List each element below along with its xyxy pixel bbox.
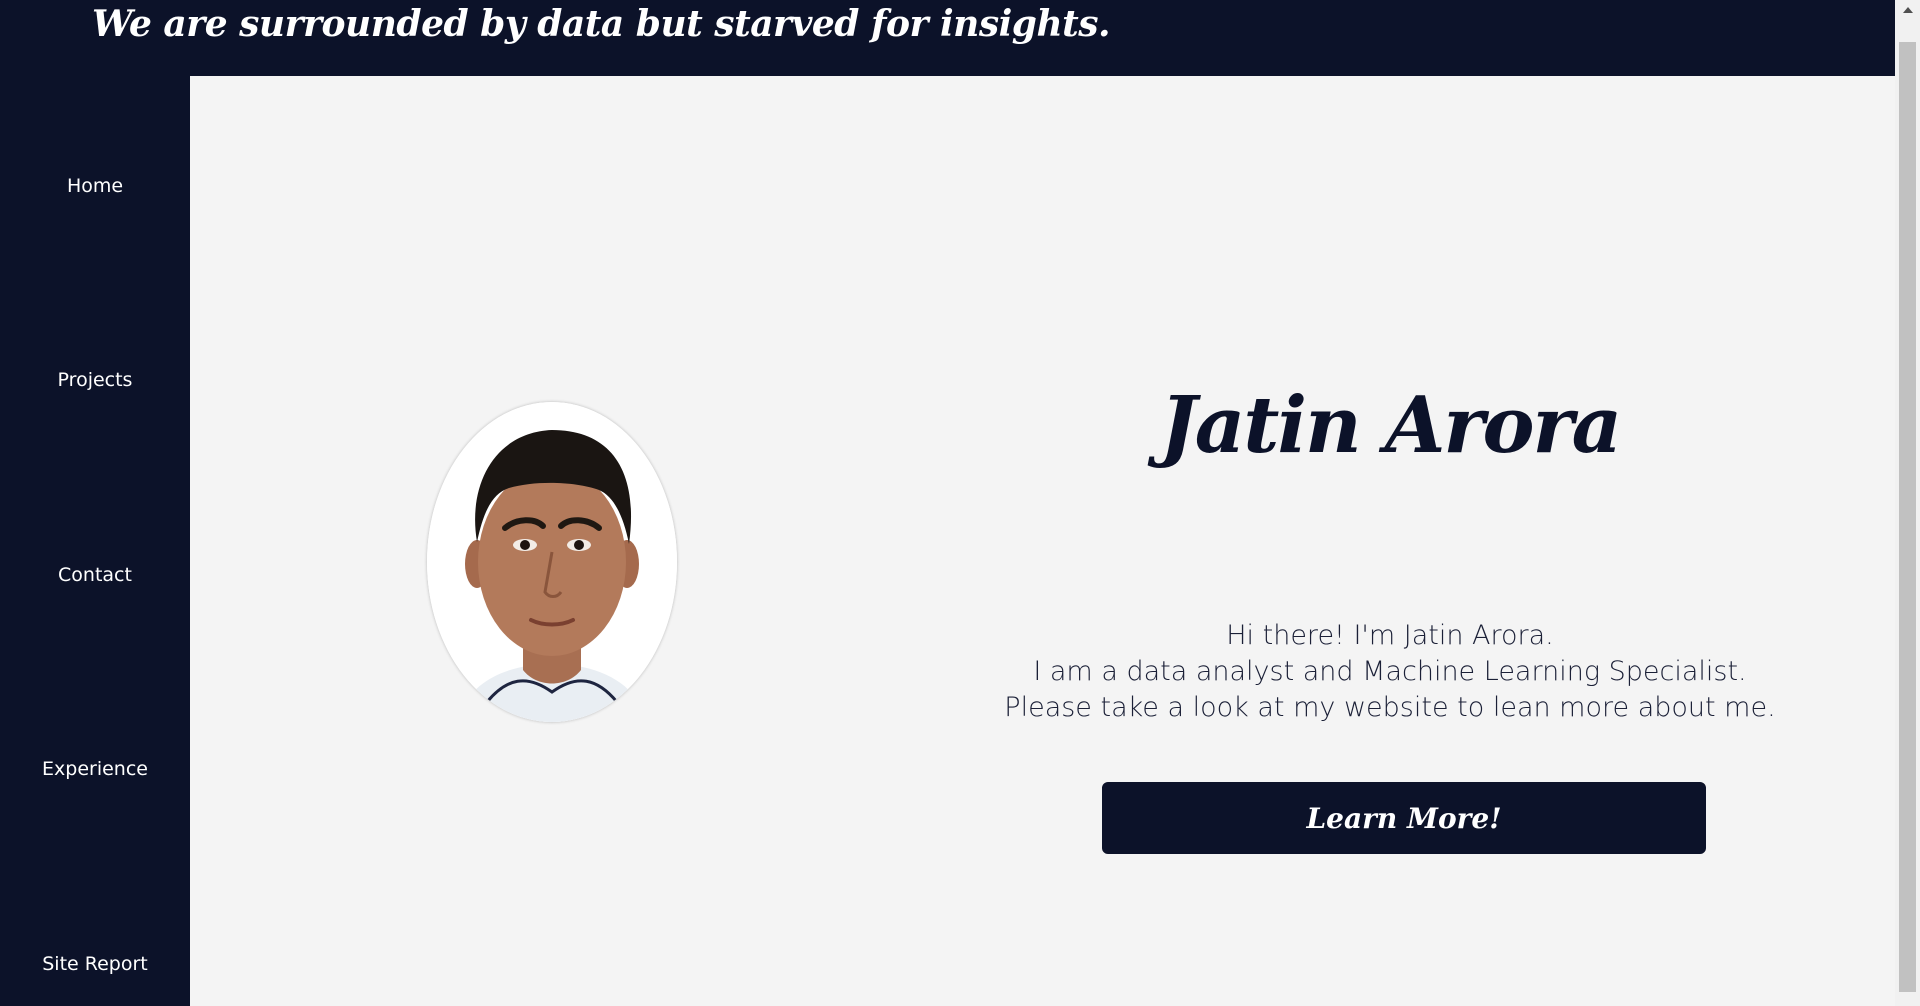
page: We are surrounded by data but starved fo… [0, 0, 1920, 1006]
sidebar-nav: Home Projects Contact Experience Site Re… [0, 76, 190, 1006]
scroll-up-arrow-icon[interactable] [1895, 0, 1920, 20]
main-content: Jatin Arora Hi there! I'm Jatin Arora. I… [190, 76, 1895, 1006]
sidebar-item-experience[interactable]: Experience [0, 757, 190, 781]
intro-line: Hi there! I'm Jatin Arora. [1226, 620, 1554, 651]
sidebar-item-home[interactable]: Home [0, 174, 190, 198]
portrait-icon [427, 402, 677, 722]
sidebar-item-site-report[interactable]: Site Report [0, 952, 190, 976]
tagline: We are surrounded by data but starved fo… [92, 3, 1111, 45]
intro-line: Please take a look at my website to lean… [1004, 692, 1776, 723]
sidebar-item-projects[interactable]: Projects [0, 368, 190, 392]
scrollbar-thumb[interactable] [1899, 42, 1916, 992]
top-banner: We are surrounded by data but starved fo… [0, 0, 1895, 76]
profile-photo [427, 402, 677, 722]
sidebar-item-contact[interactable]: Contact [0, 563, 190, 587]
intro-text: Hi there! I'm Jatin Arora. I am a data a… [960, 618, 1820, 726]
vertical-scrollbar[interactable] [1895, 0, 1920, 1006]
learn-more-button[interactable]: Learn More! [1102, 782, 1706, 854]
intro-line: I am a data analyst and Machine Learning… [1033, 656, 1747, 687]
hero-name: Jatin Arora [1159, 380, 1622, 471]
